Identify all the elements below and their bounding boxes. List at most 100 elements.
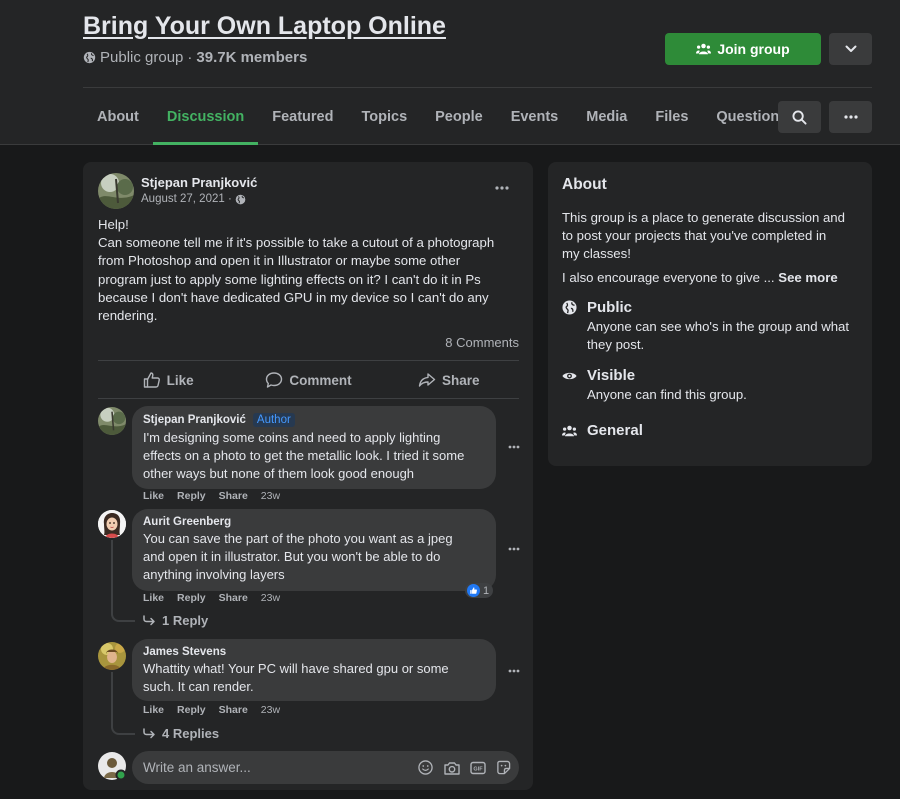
avatar[interactable]	[98, 173, 134, 209]
like-reaction-icon	[467, 584, 480, 597]
comment-reply-link[interactable]: Reply	[177, 704, 206, 716]
join-group-button[interactable]: Join group	[665, 33, 821, 65]
more-dots-icon	[508, 547, 520, 551]
about-item-title: Public	[587, 299, 633, 316]
about-item-line: Anyone can see who's in the group and wh…	[587, 319, 850, 334]
view-replies-link[interactable]: 1 Reply	[143, 613, 208, 628]
about-title: About	[562, 176, 607, 193]
avatar[interactable]	[98, 642, 126, 670]
tab-topics[interactable]: Topics	[347, 88, 421, 145]
comment-like-link[interactable]: Like	[143, 592, 164, 604]
search-group-button[interactable]	[778, 101, 821, 133]
comment-like-link[interactable]: Like	[143, 704, 164, 716]
gif-icon[interactable]: GIF	[469, 759, 486, 776]
comment-text-line: anything involving layers	[143, 567, 285, 582]
comment-text: You can save the part of the photo you w…	[143, 530, 485, 584]
comment-text-line: You can save the part of the photo you w…	[143, 531, 453, 546]
about-more-text: I also encourage everyone to give ... Se…	[562, 270, 838, 285]
about-item-description: Anyone can see who's in the group and wh…	[587, 318, 862, 354]
post-date-text[interactable]: August 27, 2021 ·	[141, 193, 232, 205]
avatar[interactable]	[98, 510, 126, 538]
write-answer-input[interactable]	[143, 751, 403, 784]
about-desc-line: my classes!	[562, 246, 631, 262]
post-text-line: program just to apply some lighting effe…	[98, 271, 481, 287]
comments-count-link[interactable]: 8 Comments	[445, 335, 519, 350]
comment-share-link[interactable]: Share	[219, 592, 248, 604]
sticker-icon[interactable]	[495, 759, 512, 776]
tab-people[interactable]: People	[421, 88, 497, 145]
comment-author[interactable]: Aurit Greenberg	[143, 516, 231, 528]
tab-discussion[interactable]: Discussion	[152, 88, 259, 145]
about-description: This group is a place to generate discus…	[562, 209, 862, 264]
comment-time[interactable]: 23w	[261, 704, 280, 716]
avatar[interactable]	[98, 407, 126, 435]
comment-time[interactable]: 23w	[261, 490, 280, 502]
post-more-button[interactable]	[488, 178, 516, 198]
group-header: Bring Your Own Laptop Online Public grou…	[0, 0, 900, 145]
tab-files[interactable]: Files	[641, 88, 702, 145]
thumbs-up-icon	[143, 371, 161, 389]
current-user-avatar[interactable]	[98, 752, 126, 780]
see-more-link[interactable]: See more	[778, 270, 837, 285]
globe-icon	[83, 51, 96, 64]
like-button[interactable]: Like	[98, 362, 238, 398]
replies-count: 1 Reply	[162, 613, 209, 628]
comment-text: Whattity what! Your PC will have shared …	[143, 660, 485, 696]
about-item-public: Public Anyone can see who's in the group…	[562, 299, 862, 354]
about-item-head: Visible	[562, 367, 862, 384]
meta-separator: ·	[187, 49, 193, 66]
share-button[interactable]: Share	[379, 362, 519, 398]
comment-time[interactable]: 23w	[261, 592, 280, 604]
write-answer-box: GIF	[132, 751, 519, 784]
comment-reply-link[interactable]: Reply	[177, 490, 206, 502]
globe-icon	[235, 194, 246, 205]
comment-more-button[interactable]	[503, 661, 525, 681]
comment-actions: Like Reply Share 23w	[143, 704, 280, 716]
comment-more-button[interactable]	[503, 539, 525, 559]
post-author[interactable]: Stjepan Pranjković	[141, 175, 257, 190]
reaction-count[interactable]: 1	[465, 583, 494, 598]
svg-text:GIF: GIF	[473, 766, 483, 772]
about-item-line: they post.	[587, 337, 645, 353]
comment-share-link[interactable]: Share	[219, 704, 248, 716]
emoji-icon[interactable]	[417, 759, 434, 776]
view-replies-link[interactable]: 4 Replies	[143, 726, 219, 741]
comment-bubble: James Stevens Whattity what! Your PC wil…	[132, 639, 496, 701]
share-label: Share	[442, 372, 480, 388]
more-dots-icon	[508, 445, 520, 449]
tab-events[interactable]: Events	[497, 88, 573, 145]
about-desc-line: This group is a place to generate discus…	[562, 210, 845, 225]
reply-arrow-icon	[143, 615, 156, 626]
composer-icons: GIF	[417, 759, 512, 776]
about-item-description: Anyone can find this group.	[587, 386, 862, 404]
group-title[interactable]: Bring Your Own Laptop Online	[83, 12, 446, 41]
reaction-count-text: 1	[483, 584, 490, 597]
comment-author-row: James Stevens	[143, 646, 485, 658]
comment-text-line: such. It can render.	[143, 679, 254, 694]
members-count[interactable]: 39.7K members	[196, 49, 307, 66]
tab-featured[interactable]: Featured	[258, 88, 347, 145]
replies-count: 4 Replies	[162, 726, 220, 741]
post-text-line: because I don't have dedicated GPU in my…	[98, 289, 489, 305]
comment-author[interactable]: James Stevens	[143, 646, 226, 658]
comment-icon	[265, 371, 283, 389]
chevron-down-icon	[845, 45, 857, 53]
tab-about[interactable]: About	[83, 88, 153, 145]
comment-share-link[interactable]: Share	[219, 490, 248, 502]
comment-like-link[interactable]: Like	[143, 490, 164, 502]
thread-connector	[111, 612, 135, 622]
people-icon	[696, 43, 712, 55]
globe-icon	[562, 300, 577, 315]
tab-media[interactable]: Media	[572, 88, 641, 145]
post-text-line: Can someone tell me if it's possible to …	[98, 235, 495, 251]
more-options-button[interactable]	[829, 101, 872, 133]
about-truncated-text: I also encourage everyone to give ...	[562, 270, 775, 285]
group-options-dropdown-button[interactable]	[829, 33, 872, 65]
camera-icon[interactable]	[443, 759, 460, 776]
comment-button[interactable]: Comment	[238, 362, 378, 398]
comment-author[interactable]: Stjepan Pranjković	[143, 414, 246, 426]
comment-author-row: Aurit Greenberg	[143, 516, 485, 528]
comment-reply-link[interactable]: Reply	[177, 592, 206, 604]
comment-more-button[interactable]	[503, 437, 525, 457]
comment-author-row: Stjepan Pranjković Author	[143, 413, 485, 427]
